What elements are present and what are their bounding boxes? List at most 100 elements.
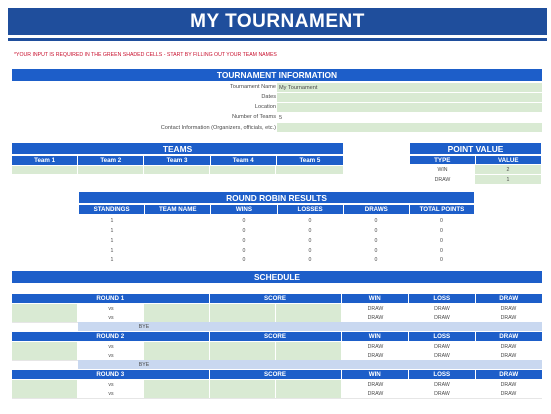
wins-value: 0: [242, 217, 246, 224]
score-a-input[interactable]: [210, 304, 276, 313]
teams-input-row: [12, 166, 343, 174]
total-points-header: TOTAL POINTS: [409, 205, 475, 214]
match-team-a-input[interactable]: [12, 304, 78, 313]
vs-label: vs: [78, 380, 144, 389]
contact-info-input[interactable]: [277, 123, 542, 132]
match-team-b-input[interactable]: [144, 342, 210, 351]
round-3-label: ROUND 3: [12, 370, 210, 379]
total-points-value: 0: [440, 247, 443, 254]
vs-label: vs: [78, 351, 144, 360]
standings-row: 1 0 0 0 0: [79, 216, 474, 225]
team-name-header: TEAM NAME: [145, 205, 212, 214]
match-team-b-input[interactable]: [144, 313, 210, 322]
team-name-value: [145, 216, 211, 225]
losses-value: 0: [308, 237, 312, 244]
draw-result: DRAW: [475, 380, 542, 389]
draw-type-label: DRAW: [410, 175, 475, 184]
wins-header: WINS: [211, 205, 278, 214]
match-row: vs DRAW DRAW DRAW: [12, 389, 542, 399]
score-a-input[interactable]: [210, 380, 276, 389]
point-value-header: POINT VALUE: [410, 143, 541, 154]
team-1-header: Team 1: [12, 156, 79, 165]
team-2-header: Team 2: [78, 156, 145, 165]
tournament-info-header-text: TOURNAMENT INFORMATION: [216, 70, 338, 80]
team-5-input[interactable]: [276, 166, 343, 174]
loss-result: DRAW: [409, 351, 475, 360]
match-team-b-input[interactable]: [144, 380, 210, 389]
win-result: DRAW: [342, 313, 409, 322]
standings-row: 1 0 0 0 0: [79, 226, 474, 235]
standing-value: 1: [110, 217, 114, 224]
loss-result: DRAW: [409, 389, 475, 398]
team-4-input[interactable]: [210, 166, 276, 174]
team-5-header: Team 5: [276, 156, 343, 165]
teams-header-text: TEAMS: [162, 143, 193, 154]
standing-value: 1: [110, 247, 114, 254]
tournament-name-input[interactable]: My Tournament: [277, 83, 542, 92]
team-name-value: [145, 246, 211, 255]
win-type-label: WIN: [410, 165, 475, 174]
location-input[interactable]: [277, 103, 542, 112]
dates-input[interactable]: [277, 93, 542, 102]
match-team-a-input[interactable]: [12, 342, 78, 351]
score-b-input[interactable]: [276, 351, 342, 360]
team-3-input[interactable]: [144, 166, 210, 174]
title-underline: [8, 38, 547, 41]
value-header: VALUE: [475, 156, 541, 164]
draws-value: 0: [374, 227, 378, 234]
win-result: DRAW: [342, 342, 409, 351]
bye-row: BYE: [12, 322, 542, 331]
score-b-input[interactable]: [276, 389, 342, 398]
point-value-column-headers: TYPE VALUE: [410, 156, 541, 164]
score-b-input[interactable]: [276, 304, 342, 313]
standing-value: 1: [110, 227, 114, 234]
losses-header: LOSSES: [277, 205, 344, 214]
score-a-input[interactable]: [210, 351, 276, 360]
losses-value: 0: [308, 256, 312, 263]
loss-result: DRAW: [409, 313, 475, 322]
total-points-value: 0: [440, 237, 443, 244]
vs-label: vs: [78, 313, 144, 322]
vs-label: vs: [78, 389, 144, 398]
team-2-input[interactable]: [78, 166, 144, 174]
team-1-input[interactable]: [12, 166, 78, 174]
round-2-label: ROUND 2: [12, 332, 210, 341]
match-team-b-input[interactable]: [144, 304, 210, 313]
loss-result: DRAW: [409, 304, 475, 313]
standing-value: 1: [110, 237, 114, 244]
draw-result: DRAW: [475, 389, 542, 398]
score-b-input[interactable]: [276, 380, 342, 389]
losses-value: 0: [308, 217, 312, 224]
total-points-value: 0: [440, 227, 443, 234]
draw-value-input[interactable]: 1: [475, 175, 541, 184]
standings-header: STANDINGS: [79, 205, 146, 214]
match-team-a-input[interactable]: [12, 313, 78, 322]
draw-result: DRAW: [475, 304, 542, 313]
score-a-input[interactable]: [210, 342, 276, 351]
match-team-b-input[interactable]: [144, 351, 210, 360]
score-a-input[interactable]: [210, 389, 276, 398]
total-points-value: 0: [440, 217, 443, 224]
score-a-input[interactable]: [210, 313, 276, 322]
round-3-loss-header: LOSS: [409, 370, 476, 379]
loss-result: DRAW: [409, 342, 475, 351]
win-result: DRAW: [342, 351, 409, 360]
wins-value: 0: [242, 227, 246, 234]
page-title: MY TOURNAMENT: [8, 8, 547, 35]
schedule-header-text: SCHEDULE: [253, 272, 301, 282]
bye-row: BYE: [12, 360, 542, 369]
round-1-score-header: SCORE: [209, 294, 342, 303]
match-team-a-input[interactable]: [12, 389, 78, 398]
teams-column-headers: Team 1 Team 2 Team 3 Team 4 Team 5: [12, 156, 343, 165]
win-value-input[interactable]: 2: [475, 165, 541, 174]
bye-fill: [210, 322, 542, 331]
bye-label: BYE: [78, 360, 210, 369]
score-b-input[interactable]: [276, 313, 342, 322]
score-b-input[interactable]: [276, 342, 342, 351]
match-team-b-input[interactable]: [144, 389, 210, 398]
standing-value: 1: [110, 256, 114, 263]
round-2-score-header: SCORE: [209, 332, 342, 341]
team-4-header: Team 4: [210, 156, 277, 165]
match-team-a-input[interactable]: [12, 380, 78, 389]
match-team-a-input[interactable]: [12, 351, 78, 360]
